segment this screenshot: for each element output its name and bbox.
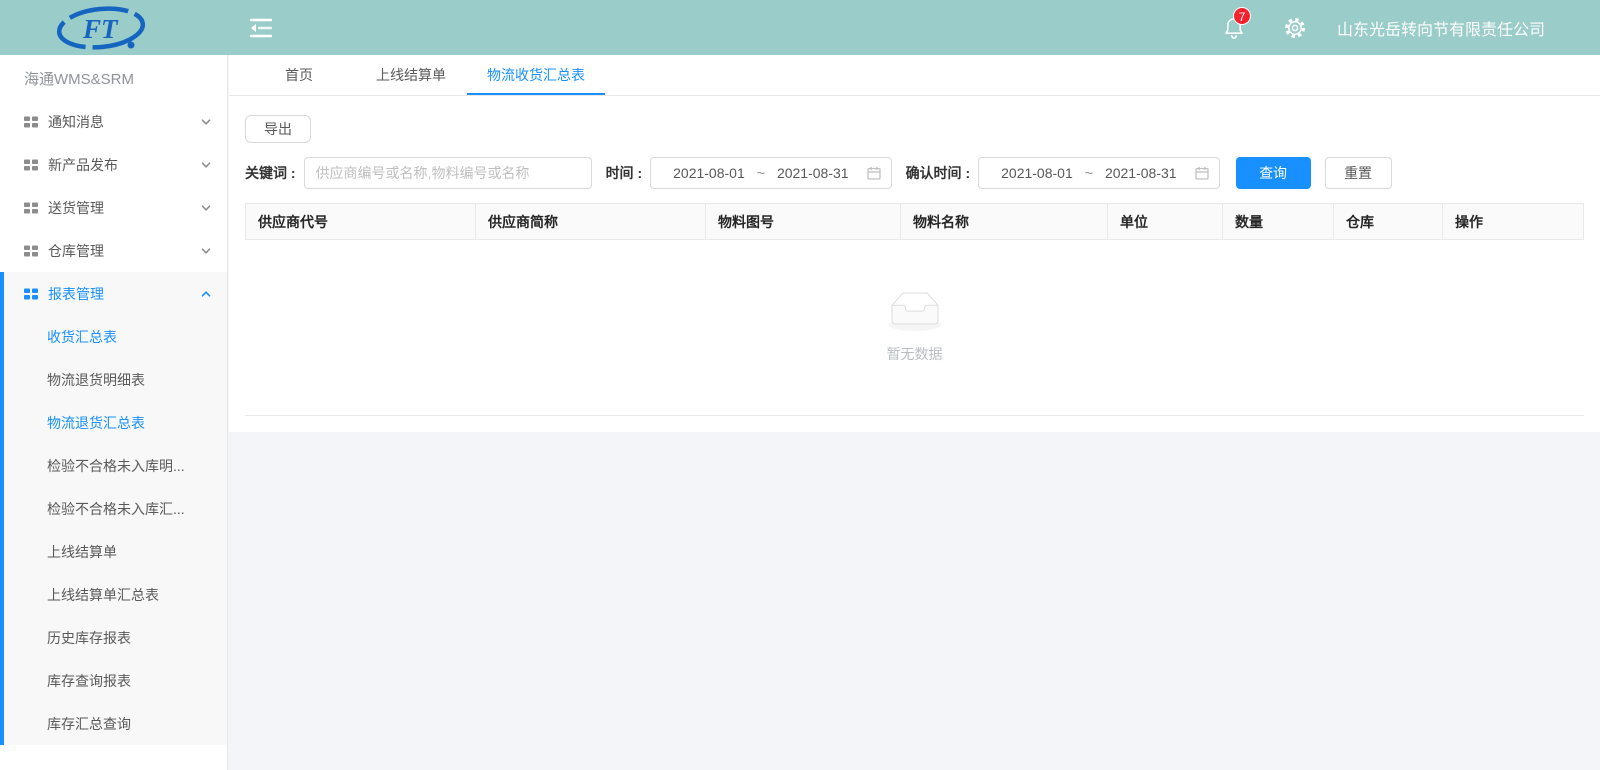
sidebar-item-delivery-management[interactable]: 送货管理 [0, 186, 227, 229]
header-right-group: 7 山东光岳转向节有限责任公司 [1223, 16, 1600, 40]
sidebar-item-label: 仓库管理 [48, 241, 201, 261]
sidebar-item-label: 报表管理 [48, 284, 201, 304]
confirm-time-label: 确认时间 : [906, 163, 971, 183]
sidebar-subitem-logistics-return-summary[interactable]: 物流退货汇总表 [4, 401, 227, 444]
tab-online-settlement[interactable]: 上线结算单 [355, 55, 467, 95]
main-content: 首页 上线结算单 物流收货汇总表 导出 关键词 : 时间 : 2021-08-0… [229, 55, 1600, 432]
chevron-down-icon [201, 160, 211, 170]
empty-state-text: 暂无数据 [887, 344, 943, 364]
sidebar-subitem-online-settlement[interactable]: 上线结算单 [4, 530, 227, 573]
column-header-quantity: 数量 [1223, 204, 1334, 239]
time-range-separator: ~ [757, 165, 765, 181]
export-button[interactable]: 导出 [245, 115, 311, 143]
toolbar: 导出 [229, 96, 1600, 155]
notification-bell-icon[interactable]: 7 [1223, 16, 1245, 40]
sidebar-subitem-receiving-summary[interactable]: 收货汇总表 [4, 315, 227, 358]
filter-row: 关键词 : 时间 : 2021-08-01 ~ 2021-08-31 确认时间 … [229, 155, 1600, 203]
svg-text:FT: FT [82, 14, 119, 44]
table-header-row: 供应商代号 供应商简称 物料图号 物料名称 单位 数量 仓库 操作 [245, 203, 1584, 240]
column-header-supplier-name: 供应商简称 [476, 204, 706, 239]
sidebar-item-new-product[interactable]: 新产品发布 [0, 143, 227, 186]
tab-bar: 首页 上线结算单 物流收货汇总表 [229, 55, 1600, 96]
sidebar-subitem-inventory-query-report[interactable]: 库存查询报表 [4, 659, 227, 702]
sidebar-item-label: 送货管理 [48, 198, 201, 218]
time-end-value: 2021-08-31 [765, 165, 861, 181]
sidebar-item-report-management[interactable]: 报表管理 [4, 272, 227, 315]
chevron-up-icon [201, 289, 211, 299]
sidebar: 海通WMS&SRM 通知消息 新产品发布 送货管理 仓库管理 [0, 55, 228, 770]
grid-icon [24, 201, 38, 215]
content-card: 首页 上线结算单 物流收货汇总表 导出 关键词 : 时间 : 2021-08-0… [229, 55, 1600, 432]
sidebar-subitem-inspection-failed-detail[interactable]: 检验不合格未入库明... [4, 444, 227, 487]
company-logo: FT [55, 5, 147, 51]
sidebar-subitem-inspection-failed-summary[interactable]: 检验不合格未入库汇... [4, 487, 227, 530]
sidebar-group-reports: 报表管理 收货汇总表 物流退货明细表 物流退货汇总表 检验不合格未入库明... … [0, 272, 227, 745]
calendar-icon [867, 166, 881, 180]
column-header-material-drawing-no: 物料图号 [706, 204, 901, 239]
calendar-icon [1195, 166, 1209, 180]
sidebar-item-warehouse-management[interactable]: 仓库管理 [0, 229, 227, 272]
chevron-down-icon [201, 117, 211, 127]
column-header-actions: 操作 [1443, 204, 1583, 239]
top-header-bar: FT 7 山东光岳转向节有限责 [0, 0, 1600, 55]
time-start-value: 2021-08-01 [661, 165, 757, 181]
time-range-picker[interactable]: 2021-08-01 ~ 2021-08-31 [650, 157, 891, 189]
chevron-down-icon [201, 246, 211, 256]
column-header-material-name: 物料名称 [901, 204, 1108, 239]
sidebar-subitem-inventory-summary-query[interactable]: 库存汇总查询 [4, 702, 227, 745]
chevron-down-icon [201, 203, 211, 213]
settings-gear-icon[interactable] [1283, 16, 1307, 40]
confirm-time-range-picker[interactable]: 2021-08-01 ~ 2021-08-31 [978, 157, 1219, 189]
confirm-range-separator: ~ [1085, 165, 1093, 181]
grid-icon [24, 115, 38, 129]
confirm-start-value: 2021-08-01 [989, 165, 1085, 181]
sidebar-subitem-online-settlement-summary[interactable]: 上线结算单汇总表 [4, 573, 227, 616]
sidebar-item-notifications[interactable]: 通知消息 [0, 100, 227, 143]
grid-icon [24, 287, 38, 301]
reset-button[interactable]: 重置 [1325, 157, 1392, 189]
sidebar-item-label: 通知消息 [48, 112, 201, 132]
sidebar-item-label: 新产品发布 [48, 155, 201, 175]
search-button[interactable]: 查询 [1236, 157, 1311, 189]
grid-icon [24, 244, 38, 258]
empty-state: 暂无数据 [245, 240, 1584, 416]
notification-badge: 7 [1233, 7, 1251, 25]
sidebar-subitem-history-inventory-report[interactable]: 历史库存报表 [4, 616, 227, 659]
results-table: 供应商代号 供应商简称 物料图号 物料名称 单位 数量 仓库 操作 [245, 203, 1584, 416]
company-name: 山东光岳转向节有限责任公司 [1337, 16, 1545, 40]
tab-home[interactable]: 首页 [243, 55, 355, 95]
confirm-end-value: 2021-08-31 [1093, 165, 1189, 181]
column-header-unit: 单位 [1108, 204, 1223, 239]
app-brand-title: 海通WMS&SRM [0, 55, 227, 100]
column-header-warehouse: 仓库 [1334, 204, 1443, 239]
tab-logistics-receiving-summary[interactable]: 物流收货汇总表 [467, 55, 605, 95]
empty-box-icon [883, 292, 947, 336]
grid-icon [24, 158, 38, 172]
keyword-input[interactable] [304, 157, 592, 189]
column-header-supplier-code: 供应商代号 [246, 204, 476, 239]
time-label: 时间 : [606, 163, 643, 183]
menu-fold-icon[interactable] [249, 18, 273, 38]
keyword-label: 关键词 : [245, 163, 296, 183]
sidebar-subitem-logistics-return-detail[interactable]: 物流退货明细表 [4, 358, 227, 401]
